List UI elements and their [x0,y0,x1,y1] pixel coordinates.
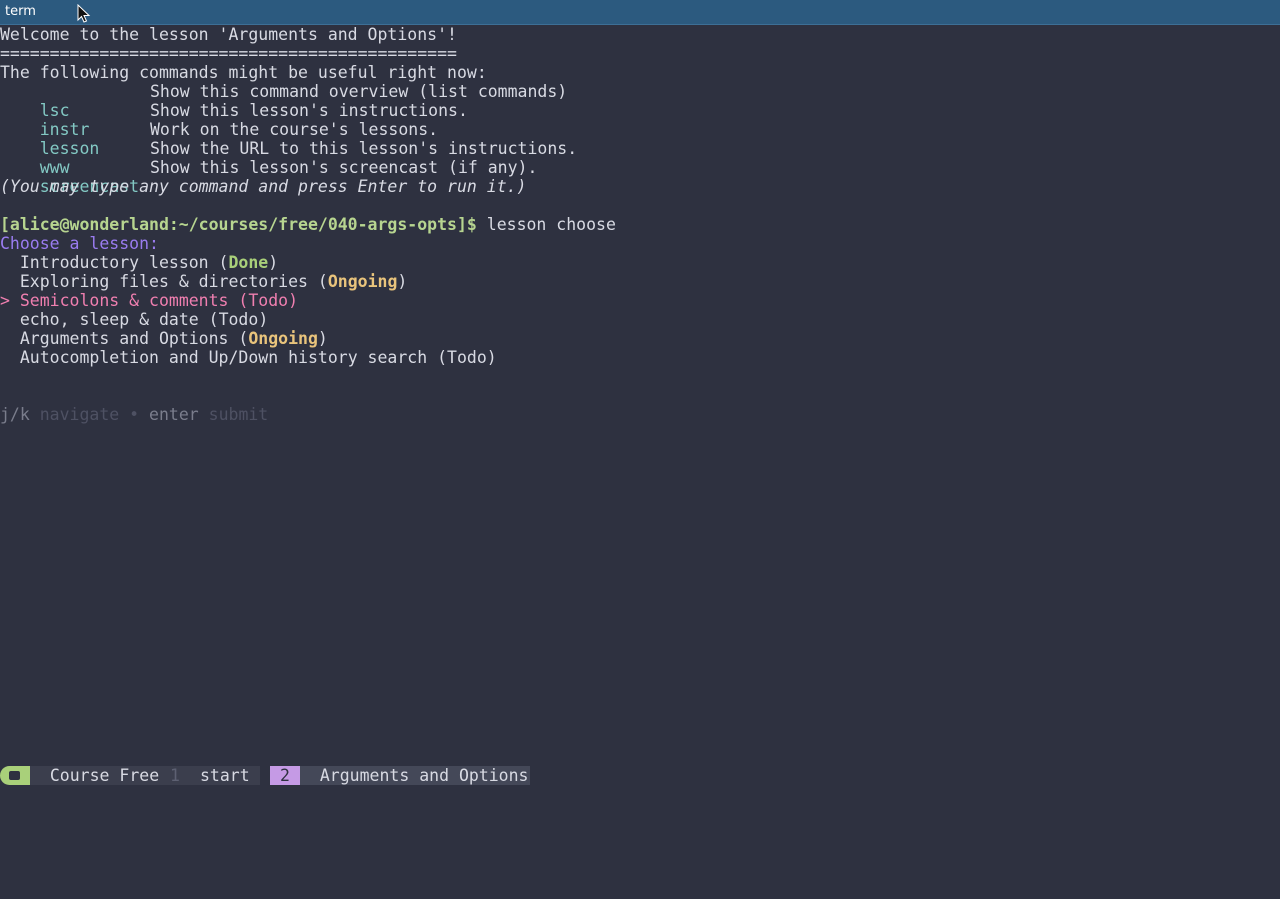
lesson-status: Ongoing [248,329,318,348]
help-nav-label: navigate [29,405,120,424]
window-1-index[interactable]: 1 [170,766,180,785]
prompt-line: [alice@wonderland:~/courses/free/040-arg… [0,215,1280,234]
window-1-name[interactable]: start [200,766,250,785]
command-desc: Show this command overview (list command… [150,82,568,101]
lesson-option[interactable]: Arguments and Options (Ongoing) [0,329,1280,348]
welcome-line: Welcome to the lesson 'Arguments and Opt… [0,25,457,44]
lesson-status: Todo [248,291,289,310]
window-2-name: Arguments and Options [319,766,529,785]
hint-line: (You may type any command and press Ente… [0,177,527,196]
lesson-option[interactable]: Introductory lesson (Done) [0,253,1280,272]
terminal-output[interactable]: Welcome to the lesson 'Arguments and Opt… [0,25,1280,424]
lesson-option[interactable]: echo, sleep & date (Todo) [0,310,1280,329]
help-submit-key: enter [149,405,199,424]
lesson-title: echo, sleep & date [19,310,199,329]
command-desc: Work on the course's lessons. [150,120,439,139]
mouse-cursor-icon [77,4,91,23]
command-desc: Show this lesson's instructions. [150,101,468,120]
choose-label: Choose a lesson: [0,234,159,253]
tmux-status-bar: Course Free 1 start 2 Arguments and Opti… [0,766,1280,785]
lesson-title: Semicolons & comments [19,291,229,310]
lesson-option-selected[interactable]: > Semicolons & comments (Todo) [0,291,1280,310]
window-title: term [5,4,36,19]
session-icon [0,766,30,785]
window-2-index[interactable]: 2 [270,766,300,785]
command-row: instr Show this lesson's instructions. [0,101,1280,139]
shell-prompt: [alice@wonderland:~/courses/free/040-arg… [0,215,477,234]
lesson-option[interactable]: Autocompletion and Up/Down history searc… [0,348,1280,367]
rule-line: ========================================… [0,44,457,63]
lesson-option[interactable]: Exploring files & directories (Ongoing) [0,272,1280,291]
terminal-icon [9,771,20,780]
intro-line: The following commands might be useful r… [0,63,487,82]
command-row: lesson Work on the course's lessons. [0,120,1280,158]
command-row: screencast Show this lesson's screencast… [0,158,1280,196]
lesson-title: Arguments and Options [19,329,229,348]
title-bar: term [0,0,1280,25]
lesson-title: Exploring files & directories [19,272,308,291]
selection-marker: > [0,291,20,310]
lesson-title: Autocompletion and Up/Down history searc… [19,348,428,367]
lesson-status: Todo [447,348,487,367]
command-desc: Show the URL to this lesson's instructio… [150,139,578,158]
command-row: lsc Show this command overview (list com… [0,82,1280,120]
lesson-status: Done [228,253,269,272]
help-separator: • [119,405,150,424]
lesson-status: Ongoing [327,272,398,291]
typed-command: lesson choose [476,215,616,234]
command-desc: Show this lesson's screencast (if any). [150,158,538,177]
lesson-title: Introductory lesson [19,253,209,272]
lesson-status: Todo [218,310,259,329]
help-nav-key: j/k [0,405,30,424]
window-2-tab[interactable]: Arguments and Options [300,766,530,785]
command-row: www Show the URL to this lesson's instru… [0,139,1280,177]
help-line: j/k navigate • enter submit [0,405,1280,424]
help-submit-label: submit [198,405,269,424]
